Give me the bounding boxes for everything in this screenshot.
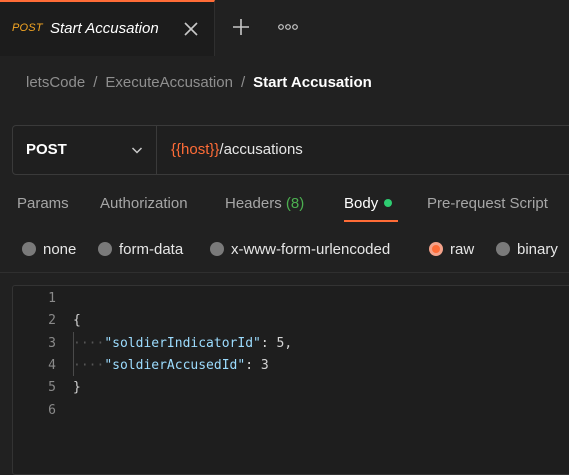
tab-params[interactable]: Params (17, 195, 69, 212)
plus-icon[interactable] (232, 18, 250, 36)
request-tab[interactable]: POST Start Accusation (0, 0, 215, 56)
json-comma: , (284, 336, 293, 351)
breadcrumb-separator: / (93, 74, 98, 91)
more-horizontal-icon[interactable] (278, 22, 298, 32)
radio-button[interactable] (22, 242, 36, 256)
tab-params-label: Params (17, 195, 69, 212)
indent-whitespace: ···· (73, 336, 105, 351)
radio-label-raw: raw (450, 241, 475, 258)
request-url-bar: POST {{host}}/accusations (12, 125, 569, 175)
breadcrumb-item-workspace[interactable]: letsCode (26, 74, 85, 91)
tab-body[interactable]: Body (344, 195, 393, 212)
json-key: "soldierIndicatorId" (104, 336, 261, 351)
chevron-down-icon (131, 147, 143, 154)
radio-label-binary: binary (517, 241, 558, 258)
code-editor[interactable] (12, 285, 569, 475)
tab-headers-label: Headers (225, 195, 282, 212)
url-host-variable: {{host}} (171, 141, 220, 158)
close-brace: } (73, 380, 81, 395)
tab-pre-request-script-label: Pre-request Script (427, 195, 548, 212)
method-label: POST (26, 141, 67, 158)
url-input[interactable]: {{host}}/accusations (171, 141, 303, 158)
headers-count-badge: (8) (285, 195, 305, 212)
json-value: 3 (260, 358, 269, 373)
tab-title: Start Accusation (50, 20, 159, 37)
radio-button-selected[interactable] (429, 242, 443, 256)
radio-button[interactable] (98, 242, 112, 256)
body-status-dot (384, 199, 393, 207)
radio-label-form-data: form-data (119, 241, 184, 258)
tab-body-label: Body (344, 195, 379, 212)
code-line-field: ····"soldierIndicatorId": 5, (73, 336, 292, 351)
line-number: 2 (48, 313, 56, 328)
method-select[interactable]: POST (13, 126, 157, 174)
json-key: "soldierAccusedId" (104, 358, 246, 373)
tab-method-label: POST (12, 22, 43, 34)
breadcrumb-separator: / (240, 74, 246, 91)
tab-headers[interactable]: Headers (8) (225, 195, 304, 212)
code-line-close-brace: } (73, 380, 81, 395)
line-number: 6 (48, 403, 56, 418)
code-line-field: ····"soldierAccusedId": 3 (73, 358, 269, 373)
breadcrumb: letsCode / ExecuteAccusation / Start Accusat… (26, 74, 372, 91)
indent-whitespace: ···· (73, 358, 105, 373)
tab-authorization[interactable]: Authorization (100, 195, 188, 212)
active-tab-indicator (344, 220, 398, 222)
tab-bar: POST Start Accusation (0, 0, 569, 56)
radio-label-none: none (43, 241, 77, 258)
radio-button[interactable] (496, 242, 510, 256)
json-colon: : (245, 358, 261, 373)
radio-button[interactable] (210, 242, 224, 256)
radio-label-urlencoded: x-www-form-urlencoded (231, 241, 391, 258)
code-line-open-brace: { (73, 313, 81, 328)
line-number: 3 (48, 336, 56, 351)
open-brace: { (73, 313, 81, 328)
breadcrumb-item-folder[interactable]: ExecuteAccusation (105, 74, 233, 91)
close-icon[interactable] (183, 21, 199, 37)
line-number: 5 (48, 380, 56, 395)
url-path: /accusations (219, 141, 303, 158)
section-divider (0, 272, 569, 273)
breadcrumb-current[interactable]: Start Accusation (253, 74, 372, 91)
line-number: 4 (48, 358, 56, 373)
line-number: 1 (48, 291, 56, 306)
tab-pre-request-script[interactable]: Pre-request Script (427, 195, 548, 212)
tab-authorization-label: Authorization (100, 195, 188, 212)
json-colon: : (260, 336, 277, 351)
